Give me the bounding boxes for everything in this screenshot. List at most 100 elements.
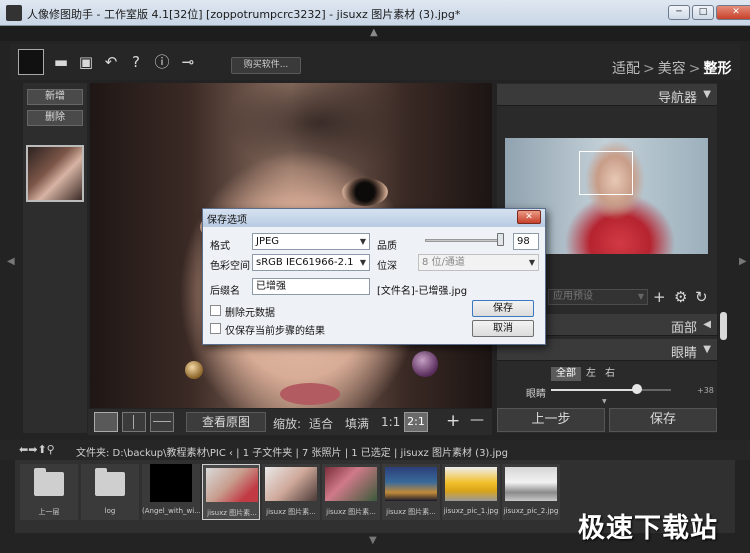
remove-photo-button[interactable]: 删除: [27, 110, 83, 126]
eye-slider-value: +38: [697, 386, 714, 395]
help-icon[interactable]: ?: [126, 52, 146, 72]
earring-gold: [185, 361, 203, 379]
preset-select-value: 应用预设: [553, 291, 593, 302]
collapse-top-arrow-icon[interactable]: ▲: [370, 27, 378, 38]
zoom-in-button[interactable]: +: [446, 411, 460, 431]
workflow-step-reshape[interactable]: 整形: [703, 61, 731, 77]
face-thumbnail[interactable]: [26, 145, 84, 202]
colorspace-select[interactable]: sRGB IEC61966-2.1 ▼: [252, 254, 370, 271]
photo-thumbnail: [206, 468, 258, 502]
filmstrip-label: (Angel_with_wi...: [142, 507, 200, 515]
workflow-breadcrumb: 适配 > 美容 > 整形: [612, 58, 731, 78]
dialog-title-bar[interactable]: [203, 209, 545, 227]
undo-icon[interactable]: ↶: [101, 52, 121, 72]
tab-left[interactable]: 左: [584, 367, 598, 381]
quality-input[interactable]: 98: [513, 233, 539, 250]
filmstrip-item[interactable]: (Angel_with_wi...: [142, 464, 200, 520]
collapse-bottom-arrow-icon[interactable]: ▼: [369, 535, 377, 546]
preset-select[interactable]: 应用预设 ▼: [548, 289, 648, 305]
chevron-down-icon: ▼: [359, 258, 366, 267]
lips: [280, 383, 340, 405]
tab-right[interactable]: 右: [603, 367, 617, 381]
workflow-step-fit[interactable]: 适配: [612, 61, 640, 77]
close-button[interactable]: ✕: [716, 5, 750, 20]
filmstrip-item-selected[interactable]: jisuxz 图片素...: [202, 464, 260, 520]
format-select[interactable]: JPEG ▼: [252, 233, 370, 250]
single-view-button[interactable]: [94, 412, 118, 432]
zoom-fit-button[interactable]: 适合: [309, 415, 333, 432]
bitdepth-label: 位深: [377, 261, 397, 272]
suffix-label: 后缀名: [210, 286, 240, 297]
collapse-right-arrow-icon[interactable]: ▶: [739, 256, 747, 267]
zoom-out-button[interactable]: —: [470, 412, 484, 428]
filmstrip-item-log[interactable]: log: [81, 464, 139, 520]
eye-slider-fill: [551, 389, 637, 391]
earring: [412, 351, 438, 377]
quality-slider-track[interactable]: [425, 239, 503, 242]
filmstrip-label: jisuxz 图片素...: [266, 508, 316, 516]
dialog-close-button[interactable]: ✕: [517, 210, 541, 224]
filmstrip-item[interactable]: jisuxz_pic_1.jpg: [442, 464, 500, 520]
minimize-button[interactable]: ─: [668, 5, 690, 20]
previous-step-button[interactable]: 上一步: [497, 408, 605, 432]
zoom-fill-button[interactable]: 填满: [345, 415, 369, 432]
folder-icon[interactable]: ▬: [51, 52, 71, 72]
app-window: 人像修图助手 - 工作室版 4.1[32位] [zoppotrumpcrc323…: [0, 0, 750, 553]
filmstrip-item[interactable]: jisuxz 图片素...: [322, 464, 380, 520]
quality-label: 品质: [377, 241, 397, 252]
filmstrip-item[interactable]: jisuxz 图片素...: [262, 464, 320, 520]
face-label: 面部: [670, 321, 697, 336]
strip-metadata-label: 删除元数据: [225, 308, 275, 319]
dialog-cancel-button[interactable]: 取消: [472, 320, 534, 337]
watermark-logo: 极速下载站: [578, 513, 718, 544]
buy-software-button[interactable]: 购买软件...: [231, 57, 301, 74]
add-photo-button[interactable]: 新增: [27, 89, 83, 105]
strip-metadata-checkbox[interactable]: [210, 305, 221, 316]
maximize-button[interactable]: □: [692, 5, 714, 20]
dialog-save-button[interactable]: 保存: [472, 300, 534, 317]
photo-thumbnail: [445, 467, 497, 501]
back-arrow-icon[interactable]: ⬅: [19, 443, 28, 456]
tab-all[interactable]: 全部: [551, 367, 581, 381]
zoom-2to1-button[interactable]: 2:1: [404, 412, 428, 432]
split-vertical-view-button[interactable]: [122, 412, 146, 432]
gear-icon[interactable]: ⚙: [674, 288, 687, 306]
folder-path[interactable]: 文件夹: D:\backup\教程素材\PIC ‹ | 1 子文件夹 | 7 张…: [76, 444, 508, 459]
photo-thumbnail: [385, 467, 437, 501]
collapse-left-arrow-icon[interactable]: ◀: [7, 256, 15, 267]
chevron-down-icon: ▼: [637, 292, 644, 301]
workflow-separator: >: [688, 61, 701, 77]
quality-slider-handle[interactable]: [497, 233, 504, 246]
zoom-label: 缩放:: [273, 417, 302, 431]
split-horizontal-view-button[interactable]: [150, 412, 174, 432]
filmstrip-label: jisuxz_pic_2.jpg: [503, 507, 559, 515]
more-arrow-icon[interactable]: ▼: [602, 398, 607, 405]
path-nav-icons: ⬅➡⬆⚲: [19, 443, 55, 456]
navigator-header[interactable]: 导航器 ▼: [497, 84, 717, 106]
eye-slider-handle[interactable]: [632, 384, 642, 394]
photo-thumbnail: [265, 467, 317, 501]
plugin-icon[interactable]: ⊸: [178, 52, 198, 72]
search-icon[interactable]: ⚲: [47, 443, 55, 456]
filmstrip-item[interactable]: jisuxz 图片素...: [382, 464, 440, 520]
bitdepth-select[interactable]: 8 位/通道 ▼: [418, 254, 539, 271]
save-button[interactable]: 保存: [609, 408, 717, 432]
add-preset-icon[interactable]: +: [653, 288, 666, 306]
eye-right: [342, 178, 388, 206]
folder-icon: [95, 468, 125, 496]
workflow-step-beauty[interactable]: 美容: [658, 61, 686, 77]
refresh-icon[interactable]: ↻: [695, 288, 708, 306]
filmstrip-item-parent[interactable]: 上一层: [20, 464, 78, 520]
photo-thumbnail: [325, 467, 377, 501]
right-panel-scrollbar[interactable]: [720, 312, 727, 340]
info-icon[interactable]: ⓘ: [152, 52, 172, 72]
view-original-button[interactable]: 查看原图: [186, 412, 266, 432]
filmstrip-item[interactable]: jisuxz_pic_2.jpg: [502, 464, 560, 520]
save-icon[interactable]: ▣: [76, 52, 96, 72]
colorspace-select-value: sRGB IEC61966-2.1: [256, 257, 354, 268]
save-current-step-checkbox[interactable]: [210, 323, 221, 334]
suffix-input[interactable]: 已增强: [252, 278, 370, 295]
up-arrow-icon[interactable]: ⬆: [37, 443, 46, 456]
navigator-viewport-rect[interactable]: [579, 151, 633, 195]
zoom-1to1-button[interactable]: 1:1: [381, 415, 400, 429]
